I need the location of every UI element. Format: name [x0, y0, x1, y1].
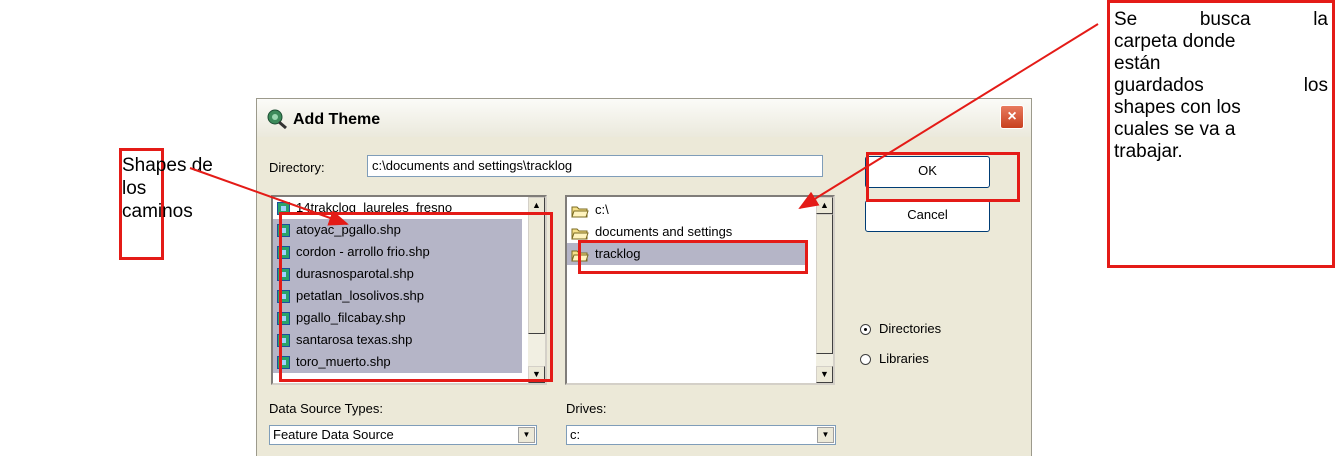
annotation-arrows [189, 23, 1099, 226]
right-arrow [798, 23, 1099, 210]
left-arrow [189, 167, 349, 226]
